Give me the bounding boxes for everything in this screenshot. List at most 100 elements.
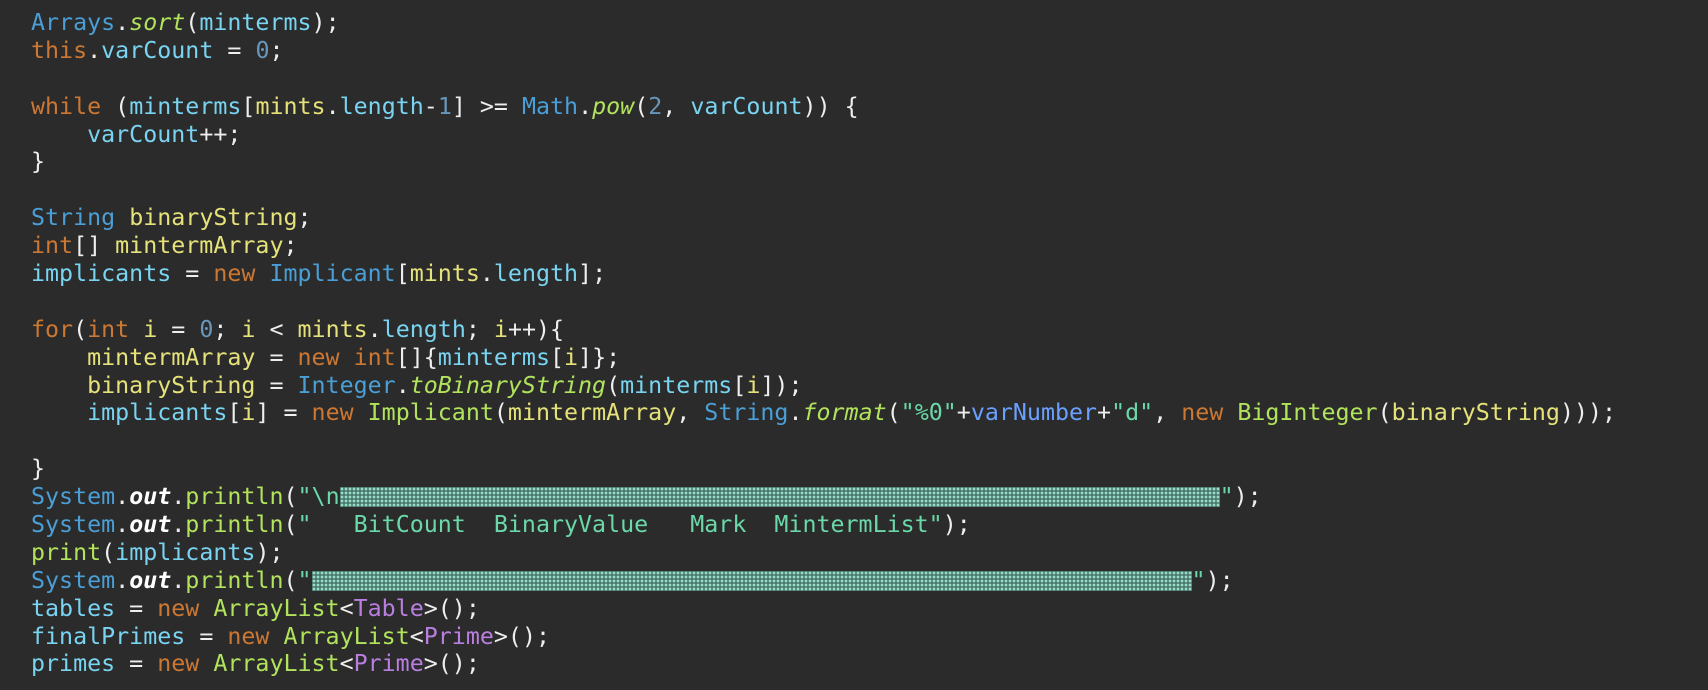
token: mints [297,315,368,343]
token: ; [465,315,494,343]
token: minterms [199,9,312,36]
code-line-10[interactable]: implicants = new Implicant[mints.length]… [31,260,1708,288]
token: length [493,260,579,288]
code-line-12[interactable]: for(int i = 0; i < mints.length; i++){ [31,316,1708,344]
code-line-21[interactable]: System.out.println(" "); [31,567,1708,595]
token: ( [283,566,298,594]
token: ArrayList [283,622,410,650]
token: new [1181,399,1224,427]
code-line-14[interactable]: binaryString = Integer.toBinaryString(mi… [31,372,1708,400]
code-line-3-blank[interactable] [31,65,1708,93]
code-line-2[interactable]: this.varCount = 0; [31,37,1708,65]
token: Prime [423,622,494,650]
token: tables [31,594,116,622]
token: implicants [115,538,256,566]
code-line-17[interactable]: } [31,455,1708,483]
token: mints [255,92,326,120]
code-line-7-blank[interactable] [31,176,1708,204]
token: = [115,650,158,678]
token: out [129,511,172,539]
code-line-6[interactable]: } [31,148,1708,176]
token: mintermArray [115,232,284,260]
token: binaryString [129,204,298,232]
token: for [31,315,74,343]
token: ; [213,315,242,343]
token: = [213,36,256,64]
code-line-11-blank[interactable] [31,288,1708,316]
string-literal: " [1219,483,1234,511]
token: System [31,511,116,539]
token: )) { [802,92,859,120]
token: . [578,92,593,120]
token: = [171,260,214,288]
token: ( [101,538,116,566]
token: } [31,148,46,176]
token: 0 [255,36,270,64]
token: mintermArray [507,399,677,427]
token: i [241,315,256,343]
token: ( [73,315,88,343]
code-line-16-blank[interactable] [31,427,1708,455]
token: ( [493,399,508,427]
token: int [87,315,130,343]
token: . [171,483,186,511]
token: ( [101,92,130,120]
token: varCount [101,36,214,64]
token: String [704,399,789,427]
token: [] [73,232,116,260]
token: Math [521,92,579,120]
token: new [213,260,256,288]
token: ( [283,511,298,539]
token: 0 [199,315,214,343]
token: ++){ [507,315,565,343]
token: i [564,343,579,371]
token: implicants [31,260,172,288]
code-line-23[interactable]: finalPrimes = new ArrayList<Prime>(); [31,623,1708,651]
token: length [339,92,424,120]
token: ); [942,511,971,539]
code-line-22[interactable]: tables = new ArrayList<Table>(); [31,595,1708,623]
token: binaryString [1391,399,1560,427]
token: [ [732,371,747,399]
code-line-20[interactable]: print(implicants); [31,539,1708,567]
code-line-24[interactable]: primes = new ArrayList<Prime>(); [31,650,1708,678]
token: ); [311,9,340,36]
redacted-separator [311,570,1192,591]
code-line-13[interactable]: mintermArray = new int[]{minterms[i]}; [31,344,1708,372]
token: implicants [87,399,228,427]
token: mintermArray [87,343,256,371]
code-line-18[interactable]: System.out.println("\n "); [31,483,1708,511]
code-line-8[interactable]: String binaryString; [31,204,1708,232]
code-line-19[interactable]: System.out.println(" BitCount BinaryValu… [31,511,1708,539]
token: . [788,399,803,427]
token: minterms [620,371,733,399]
token: . [115,9,130,36]
token: println [185,566,284,594]
code-editor[interactable]: Arrays.sort(minterms); this.varCount = 0… [0,0,1708,690]
token: [ [549,343,565,371]
code-line-9[interactable]: int[] mintermArray; [31,232,1708,260]
token: . [171,511,186,539]
token: - [423,92,438,120]
code-line-1[interactable]: Arrays.sort(minterms); [31,9,1708,37]
token: ; [297,204,312,232]
token: print [31,538,102,566]
token: . [115,511,130,539]
token: varNumber [970,399,1098,427]
token: , [676,399,705,427]
token: while [31,92,102,120]
code-line-4[interactable]: while (minterms[mints.length-1] >= Math.… [31,93,1708,121]
token: = [185,622,228,650]
token: . [115,566,130,594]
token: i [241,399,256,427]
code-line-15[interactable]: implicants[i] = new Implicant(mintermArr… [31,399,1708,427]
token: ( [283,483,298,511]
token: . [87,36,102,64]
code-line-5[interactable]: varCount++; [31,121,1708,149]
token: ; [269,36,284,64]
